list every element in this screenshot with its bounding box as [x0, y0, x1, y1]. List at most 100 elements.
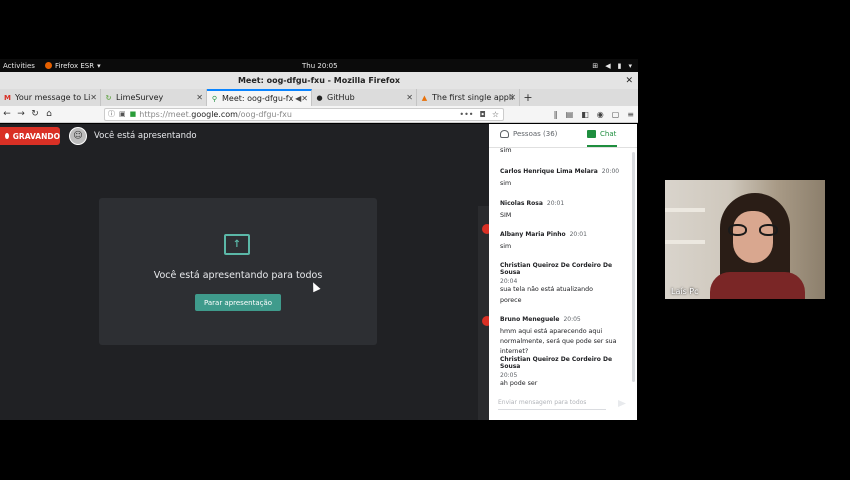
chat-time: 20:05: [500, 372, 518, 379]
sidebar-icon[interactable]: ▤: [566, 110, 574, 119]
info-icon[interactable]: ⓘ: [108, 109, 115, 119]
close-window-icon[interactable]: ✕: [625, 76, 633, 86]
tab-github[interactable]: ● GitHub ✕: [312, 89, 417, 106]
chat-message-text: sim: [500, 146, 512, 154]
tab-people-label: Pessoas (36): [513, 130, 558, 138]
send-icon[interactable]: [618, 400, 626, 407]
chat-message-text: hmm aqui está aparecendo aqui: [500, 328, 603, 335]
tab-label: Meet: oog-dfgu-fx: [222, 94, 294, 103]
gmail-icon: M: [4, 93, 11, 102]
battery-icon: ▮: [617, 61, 622, 70]
close-tab-icon[interactable]: ✕: [196, 93, 203, 102]
lock-icon: ■: [129, 110, 137, 118]
active-tab-indicator: [587, 145, 617, 147]
speaker-close-icons[interactable]: ◀✕: [295, 94, 308, 103]
system-tray[interactable]: ⊞ ◀ ▮ ▾: [592, 62, 632, 70]
chat-message: Albany Maria Pinho 20:01 sim: [500, 230, 628, 252]
chat-sender: Nicolas Rosa: [500, 200, 543, 207]
webcam-shelf: [665, 208, 705, 212]
app-menu[interactable]: Firefox ESR ▾: [44, 61, 101, 70]
toolbar-icons: ‖ ▤ ◧ ◉ ▢ ≡: [554, 110, 634, 119]
webcam-pane: Laís Pc: [638, 0, 850, 480]
avatar: ☺: [69, 127, 87, 145]
chat-message-text: sua tela não está atualizando: [500, 286, 593, 293]
presenter-status-text: Você está apresentando: [94, 131, 197, 141]
glasses-icon: [728, 224, 778, 236]
chat-message: Christian Queiroz De Cordeiro De Sousa 2…: [500, 262, 628, 306]
close-tab-icon[interactable]: ✕: [509, 93, 516, 102]
tab-people[interactable]: Pessoas (36): [500, 130, 557, 138]
chat-message-text: porece: [500, 297, 522, 304]
url-path: /oog-dfgu-fxu: [237, 109, 292, 119]
window-title: Meet: oog-dfgu-fxu - Mozilla Firefox: [237, 76, 401, 85]
firefox-icon: [44, 62, 52, 69]
forward-icon[interactable]: →: [14, 109, 28, 119]
chat-input[interactable]: Enviar mensagem para todos: [498, 399, 606, 410]
bookmark-star-icon[interactable]: ☆: [492, 110, 499, 119]
people-icon: [500, 130, 509, 138]
webcam-name-label: Laís Pc: [671, 287, 699, 296]
presenting-card: ↑ Você está apresentando para todos Para…: [99, 198, 377, 345]
webcam-person-face: [733, 211, 773, 263]
close-tab-icon[interactable]: ✕: [406, 93, 413, 102]
tab-chat[interactable]: Chat: [587, 130, 616, 138]
chat-message-text: sim: [500, 243, 512, 250]
tab-limesurvey[interactable]: ↻ LimeSurvey ✕: [101, 89, 207, 106]
pocket-icon[interactable]: ◘: [480, 110, 486, 119]
chat-sender: Albany Maria Pinho: [500, 231, 566, 238]
network-icon: ⊞: [592, 61, 599, 70]
screen: Activities Firefox ESR ▾ Thu 20:05 ⊞ ◀ ▮…: [0, 0, 850, 480]
chat-sender: Christian Queiroz De Cordeiro De Sousa: [500, 356, 613, 370]
extension-icon[interactable]: ▢: [612, 110, 620, 119]
present-screen-icon: ↑: [224, 234, 250, 255]
chat-sender: Carlos Henrique Lima Melara: [500, 168, 598, 175]
tab-gmail[interactable]: M Your message to Li ✕: [0, 89, 101, 106]
menu-icon[interactable]: ≡: [627, 110, 634, 119]
presenter-status: ☺ Você está apresentando: [69, 127, 197, 145]
chat-sender: Christian Queiroz De Cordeiro De Sousa: [500, 262, 613, 276]
url-prefix: https://meet.: [139, 109, 192, 119]
presenting-message: Você está apresentando para todos: [153, 270, 323, 281]
chat-message: Nicolas Rosa 20:01 SIM: [500, 199, 628, 221]
window-titlebar: Meet: oog-dfgu-fxu - Mozilla Firefox ✕: [0, 72, 638, 89]
recording-dot-icon: [5, 133, 9, 139]
glasses-lens: [728, 224, 747, 236]
tab-chat-label: Chat: [600, 130, 617, 138]
url-domain: google.com: [191, 109, 238, 119]
chevron-down-icon: ▾: [97, 61, 101, 70]
tab-bar: M Your message to Li ✕ ↻ LimeSurvey ✕ ⚲ …: [0, 89, 638, 106]
participant-strip: [478, 206, 489, 420]
extension-icon[interactable]: ◧: [581, 110, 589, 119]
clock[interactable]: Thu 20:05: [302, 62, 338, 70]
extension-icon[interactable]: ◉: [597, 110, 604, 119]
home-icon[interactable]: ⌂: [42, 109, 56, 119]
url-bar[interactable]: ⓘ ▣ ■ https://meet. google.com/oog-dfgu-f…: [104, 107, 504, 121]
chat-message: Bruno Meneguele 20:05 hmm aqui está apare…: [500, 315, 628, 357]
chat-sender: Bruno Meneguele: [500, 316, 560, 323]
url-actions: ••• ◘ ☆: [459, 110, 499, 119]
chat-message: Carlos Henrique Lima Melara 20:00 sim: [500, 167, 628, 189]
camera-permission-icon[interactable]: ▣: [119, 110, 126, 118]
meet-stage: GRAVANDO ☺ Você está apresentando ↑ Você…: [0, 124, 492, 420]
recording-label: GRAVANDO: [12, 131, 60, 141]
chat-scrollbar[interactable]: [632, 152, 635, 382]
screen-share-area: Activities Firefox ESR ▾ Thu 20:05 ⊞ ◀ ▮…: [0, 0, 638, 480]
chat-icon: [587, 130, 596, 138]
reload-icon[interactable]: ↻: [28, 109, 42, 119]
close-tab-icon[interactable]: ✕: [90, 93, 97, 102]
gnome-top-bar: Activities Firefox ESR ▾ Thu 20:05 ⊞ ◀ ▮…: [0, 59, 638, 72]
activities-button[interactable]: Activities: [3, 62, 35, 70]
stop-presenting-button[interactable]: Parar apresentação: [195, 294, 281, 311]
library-icon[interactable]: ‖: [554, 110, 558, 119]
side-panel: Pessoas (36) Chat sim Carlos Henrique Li…: [489, 124, 637, 420]
gitlab-icon: ▲: [421, 93, 428, 102]
meet-icon: ⚲: [211, 94, 218, 103]
more-actions-icon[interactable]: •••: [459, 110, 473, 119]
webcam-person-shirt: [710, 272, 805, 299]
panel-tabs: Pessoas (36) Chat: [489, 124, 637, 148]
chevron-down-icon: ▾: [628, 61, 632, 70]
new-tab-button[interactable]: +: [520, 89, 536, 106]
tab-single-app[interactable]: ▲ The first single appli ✕: [417, 89, 520, 106]
back-icon[interactable]: ←: [0, 109, 14, 119]
tab-meet[interactable]: ⚲ Meet: oog-dfgu-fx ◀✕: [207, 89, 312, 106]
